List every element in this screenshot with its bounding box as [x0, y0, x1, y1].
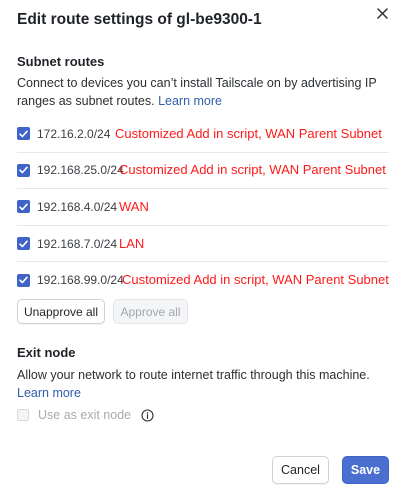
exit-node-option: Use as exit node	[17, 408, 154, 422]
route-row: 192.168.7.0/24 LAN	[17, 226, 389, 263]
checkmark-icon	[19, 240, 28, 247]
exit-node-description: Allow your network to route internet tra…	[17, 366, 387, 402]
route-ip: 192.168.99.0/24	[37, 273, 124, 288]
route-checkbox[interactable]	[17, 273, 30, 287]
exit-node-checkbox[interactable]	[17, 409, 29, 421]
unapprove-all-button[interactable]: Unapprove all	[17, 299, 105, 324]
checkmark-icon	[19, 130, 28, 138]
route-checkbox[interactable]	[17, 237, 30, 251]
route-annotation: Customized Add in script, WAN Parent Sub…	[119, 162, 386, 178]
checkmark-icon	[19, 166, 28, 174]
route-ip: 192.168.7.0/24	[37, 236, 118, 251]
route-annotation: WAN	[119, 198, 149, 214]
route-row: 192.168.25.0/24 Customized Add in script…	[17, 153, 389, 190]
close-button[interactable]	[373, 6, 391, 24]
route-checkbox[interactable]	[17, 200, 30, 214]
edit-route-dialog: Edit route settings of gl-be9300-1 Subne…	[0, 0, 406, 500]
route-checkbox[interactable]	[17, 127, 30, 141]
exit-node-description-text: Allow your network to route internet tra…	[17, 368, 370, 382]
save-button[interactable]: Save	[342, 456, 389, 484]
checkmark-icon	[19, 276, 28, 284]
route-annotation: Customized Add in script, WAN Parent Sub…	[115, 125, 382, 141]
subnet-learn-more-link[interactable]: Learn more	[158, 94, 222, 108]
subnet-routes-description: Connect to devices you can’t install Tai…	[17, 74, 387, 110]
route-row: 192.168.4.0/24 WAN	[17, 189, 389, 226]
subnet-route-list: 172.16.2.0/24 Customized Add in script, …	[17, 116, 389, 298]
dialog-title: Edit route settings of gl-be9300-1	[17, 11, 262, 28]
info-icon[interactable]	[141, 408, 154, 422]
close-icon	[376, 6, 388, 24]
route-checkbox[interactable]	[17, 163, 30, 177]
route-ip: 172.16.2.0/24	[37, 126, 111, 141]
exit-node-checkbox-label: Use as exit node	[38, 408, 132, 422]
exit-node-heading: Exit node	[17, 345, 76, 360]
route-annotation: LAN	[119, 235, 145, 251]
route-ip: 192.168.25.0/24	[37, 163, 124, 178]
cancel-button[interactable]: Cancel	[272, 456, 329, 484]
route-row: 172.16.2.0/24 Customized Add in script, …	[17, 116, 389, 153]
exit-node-learn-more-link[interactable]: Learn more	[17, 386, 81, 400]
route-row: 192.168.99.0/24 Customized Add in script…	[17, 262, 389, 298]
subnet-routes-heading: Subnet routes	[17, 54, 105, 69]
route-annotation: Customized Add in script, WAN Parent Sub…	[122, 271, 389, 287]
checkmark-icon	[19, 203, 28, 211]
route-ip: 192.168.4.0/24	[37, 199, 118, 214]
approve-all-button[interactable]: Approve all	[113, 299, 188, 324]
